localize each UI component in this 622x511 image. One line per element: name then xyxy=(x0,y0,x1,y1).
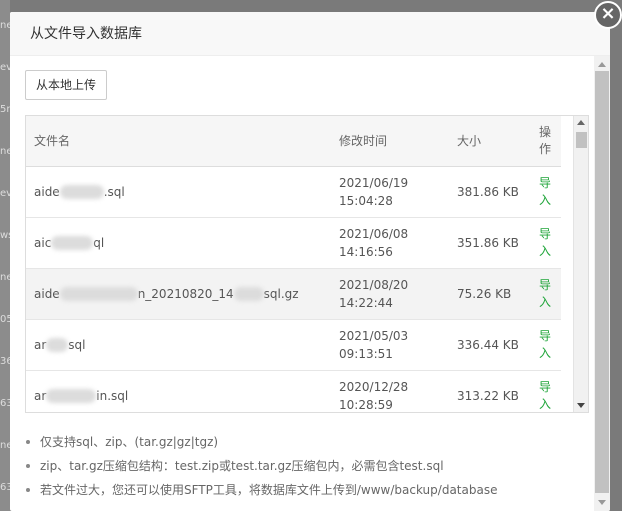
import-database-dialog: 从文件导入数据库 从本地上传 文件名 修改时间 大小 操作 aide .sql 2… xyxy=(10,12,610,511)
table-row: aide n_20210820_14 sql.gz 2021/08/20 14:22:… xyxy=(26,268,561,320)
table-row: ar in.sql 2020/12/28 10:28:59 313.22 KB 导入 xyxy=(26,370,561,413)
modified-time-cell: 2020/12/28 10:28:59 xyxy=(331,370,449,412)
op-cell: 导入 xyxy=(531,268,561,320)
upload-local-button[interactable]: 从本地上传 xyxy=(25,70,108,100)
size-cell: 351.86 KB xyxy=(449,217,531,269)
file-name-cell: aic ql xyxy=(26,217,331,269)
modified-time-cell: 2021/08/20 14:22:44 xyxy=(331,268,449,320)
table-row: ar sql 2021/05/03 09:13:51 336.44 KB 导入 xyxy=(26,319,561,371)
modified-date: 2020/12/28 xyxy=(339,379,409,394)
column-header-op-label: 操作 xyxy=(539,124,552,156)
size-cell: 336.44 KB xyxy=(449,319,531,371)
size-cell: 75.26 KB xyxy=(449,268,531,320)
modified-clock: 14:16:56 xyxy=(339,244,393,259)
redacted-mask xyxy=(46,389,97,403)
column-header-name: 文件名 xyxy=(26,116,331,167)
table-header-row: 文件名 修改时间 大小 操作 xyxy=(26,116,561,167)
size-cell: 381.86 KB xyxy=(449,166,531,218)
modified-date: 2021/06/19 xyxy=(339,175,409,190)
file-name-text: n_20210820_14 xyxy=(137,286,234,301)
file-name-text: in.sql xyxy=(96,388,129,403)
import-link[interactable]: 导入 xyxy=(539,328,553,362)
file-table: 文件名 修改时间 大小 操作 aide .sql 2021/06/19 15:04:… xyxy=(25,115,589,413)
file-name-text: ar xyxy=(34,388,47,403)
modified-time-cell: 2021/05/03 09:13:51 xyxy=(331,319,449,371)
dialog-scrollbar[interactable] xyxy=(594,56,610,511)
file-name-cell: ar in.sql xyxy=(26,370,331,412)
modified-date: 2021/08/20 xyxy=(339,277,409,292)
op-cell: 导入 xyxy=(531,166,561,218)
tip-item: 仅支持sql、zip、(tar.gz|gz|tgz) xyxy=(24,430,589,454)
scroll-up-arrow-icon[interactable] xyxy=(598,62,606,67)
redacted-mask xyxy=(59,185,104,199)
modified-clock: 15:04:28 xyxy=(339,193,393,208)
redacted-mask xyxy=(59,287,138,301)
import-link[interactable]: 导入 xyxy=(539,277,553,311)
tip-item: zip、tar.gz压缩包结构：test.zip或test.tar.gz压缩包内… xyxy=(24,454,589,478)
background-page-edge: ne ev 5m ne ev ws ne 05 36 63 ne 63 xyxy=(0,0,16,511)
tip-item: 若文件过大，您还可以使用SFTP工具，将数据库文件上传到/www/backup/… xyxy=(24,478,589,502)
file-name-cell: aide .sql xyxy=(26,166,331,218)
table-row: aide .sql 2021/06/19 15:04:28 381.86 KB 导入 xyxy=(26,166,561,218)
file-name-text: aic xyxy=(34,235,52,250)
op-cell: 导入 xyxy=(531,319,561,371)
scroll-down-arrow-icon[interactable] xyxy=(598,500,606,505)
close-icon[interactable]: × xyxy=(594,1,622,29)
scroll-down-arrow-icon[interactable] xyxy=(577,403,585,408)
modified-time-cell: 2021/06/08 14:16:56 xyxy=(331,217,449,269)
modified-time-cell: 2021/06/19 15:04:28 xyxy=(331,166,449,218)
modified-date: 2021/06/08 xyxy=(339,226,409,241)
scroll-up-arrow-icon[interactable] xyxy=(577,120,585,125)
file-name-cell: aide n_20210820_14 sql.gz xyxy=(26,268,331,320)
scrollbar-thumb[interactable] xyxy=(595,71,609,493)
op-cell: 导入 xyxy=(531,217,561,269)
modified-clock: 14:22:44 xyxy=(339,295,393,310)
file-name-text: ar xyxy=(34,337,47,352)
op-cell: 导入 xyxy=(531,370,561,413)
scrollbar-thumb[interactable] xyxy=(576,132,587,148)
column-header-time: 修改时间 xyxy=(331,116,449,167)
column-header-op: 操作 xyxy=(531,116,561,167)
modified-date: 2021/05/03 xyxy=(339,328,409,343)
redacted-mask xyxy=(233,287,264,301)
dialog-body: 从本地上传 文件名 修改时间 大小 操作 aide .sql 2021/06/19… xyxy=(10,56,594,511)
file-name-text: .sql xyxy=(103,184,125,199)
file-name-text: ql xyxy=(93,235,105,250)
tips-list: 仅支持sql、zip、(tar.gz|gz|tgz) zip、tar.gz压缩包… xyxy=(24,430,589,502)
redacted-mask xyxy=(51,236,94,250)
import-link[interactable]: 导入 xyxy=(539,175,553,209)
redacted-mask xyxy=(46,338,69,352)
modified-clock: 10:28:59 xyxy=(339,397,393,412)
import-link[interactable]: 导入 xyxy=(539,226,553,260)
file-name-text: sql.gz xyxy=(263,286,299,301)
file-name-text: aide xyxy=(34,286,60,301)
import-link[interactable]: 导入 xyxy=(539,379,553,413)
table-row: aic ql 2021/06/08 14:16:56 351.86 KB 导入 xyxy=(26,217,561,269)
size-cell: 313.22 KB xyxy=(449,370,531,412)
dialog-title: 从文件导入数据库 xyxy=(10,12,610,56)
file-name-cell: ar sql xyxy=(26,319,331,371)
file-name-text: aide xyxy=(34,184,60,199)
file-name-text: sql xyxy=(68,337,86,352)
table-scrollbar[interactable] xyxy=(573,116,588,412)
column-header-size: 大小 xyxy=(449,116,531,167)
modified-clock: 09:13:51 xyxy=(339,346,393,361)
